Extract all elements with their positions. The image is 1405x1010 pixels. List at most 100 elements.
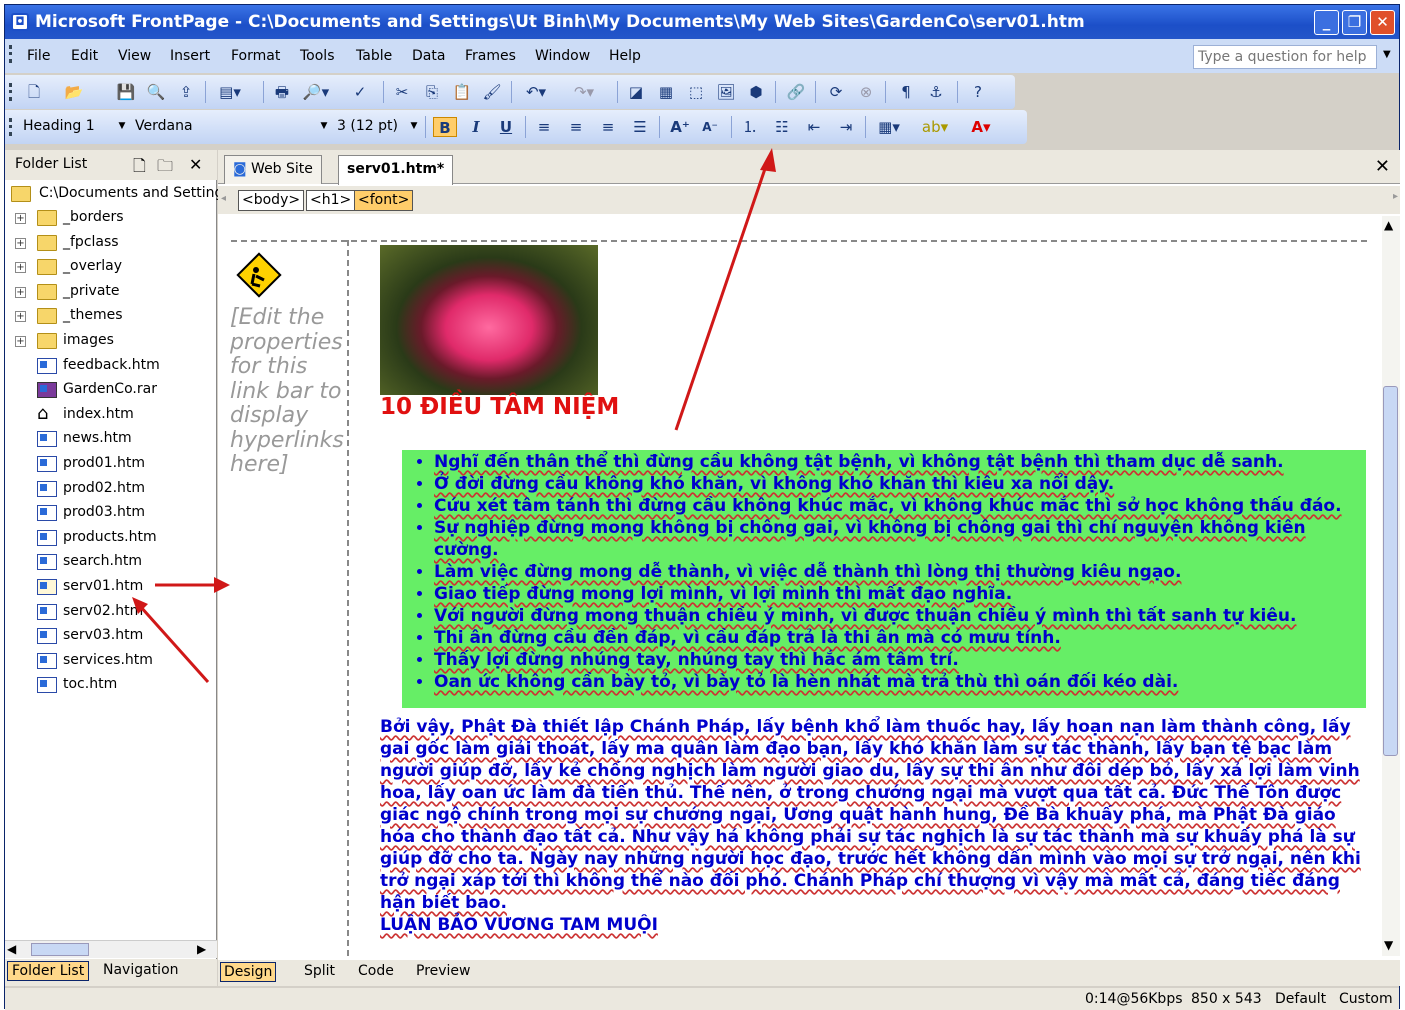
print-icon[interactable]: 🖶 [271, 82, 293, 102]
scroll-thumb[interactable] [31, 943, 89, 956]
cut-icon[interactable]: ✂ [391, 82, 413, 102]
chevron-down-icon[interactable]: ▼ [115, 116, 129, 137]
tab-preview[interactable]: Preview [416, 963, 471, 979]
help-search-input[interactable]: Type a question for help [1193, 45, 1377, 69]
menu-help[interactable]: Help [609, 48, 641, 64]
align-left-icon[interactable]: ≡ [533, 117, 555, 137]
borders-icon[interactable]: ▦▾ [873, 117, 905, 137]
menu-table[interactable]: Table [356, 48, 392, 64]
font-size-select[interactable]: 3 (12 pt) ▼ [333, 116, 421, 139]
copy-icon[interactable]: ⎘ [421, 82, 443, 102]
menu-data[interactable]: Data [412, 48, 445, 64]
chevron-down-icon[interactable]: ▼ [317, 116, 331, 137]
scroll-left-icon[interactable]: ◀ [7, 942, 16, 956]
vertical-scrollbar[interactable]: ▲ ▼ [1382, 216, 1400, 956]
design-canvas[interactable]: [Edit the properties for this link bar t… [218, 216, 1378, 956]
list-item[interactable]: Giao tiếp đừng mong lợi mình, vì lợi mìn… [434, 583, 1364, 605]
lotus-flower-image[interactable] [380, 245, 598, 395]
scroll-right-icon[interactable]: ▶ [197, 942, 206, 956]
decrease-font-icon[interactable]: A⁻ [699, 117, 721, 137]
toolbar-grip[interactable] [9, 83, 12, 101]
restore-icon[interactable]: ❐ [1342, 10, 1367, 35]
list-item[interactable]: Cứu xét tâm tánh thì đừng cầu không khúc… [434, 495, 1364, 517]
tab-split[interactable]: Split [304, 963, 335, 979]
scroll-up-icon[interactable]: ▲ [1384, 218, 1393, 232]
tag-scroll-left-icon[interactable]: ◂ [221, 193, 226, 204]
undo-icon[interactable]: ↶▾ [521, 82, 551, 102]
refresh-icon[interactable]: ⟳ [825, 82, 847, 102]
tab-design[interactable]: Design [220, 962, 277, 982]
format-painter-icon[interactable]: 🖌 [481, 82, 503, 102]
tab-web-site[interactable]: ◙ Web Site [224, 155, 322, 184]
expand-icon[interactable]: + [15, 336, 26, 347]
expand-icon[interactable]: + [15, 213, 26, 224]
scroll-thumb[interactable] [1383, 386, 1398, 756]
chevron-down-icon[interactable]: ▼ [407, 116, 421, 137]
drawing-icon[interactable]: ⬢ [745, 82, 767, 102]
preview-icon[interactable]: 🔎▾ [301, 82, 331, 102]
tab-folder-list[interactable]: Folder List [7, 961, 90, 981]
expand-icon[interactable]: + [15, 311, 26, 323]
principles-list-box[interactable]: Nghĩ đến thân thể thì đừng cầu không tật… [402, 450, 1366, 708]
title-bar[interactable]: ◘ Microsoft FrontPage - C:\Documents and… [5, 5, 1399, 39]
list-item[interactable]: Oan ức không cần bày tỏ, vì bày tỏ là hè… [434, 671, 1364, 693]
highlight-icon[interactable]: ab▾ [919, 117, 951, 137]
menu-format[interactable]: Format [231, 48, 280, 64]
search-icon[interactable]: 🔍 [145, 82, 167, 102]
menu-view[interactable]: View [118, 48, 151, 64]
expand-icon[interactable]: + [15, 237, 26, 249]
publish-icon[interactable]: ⇪ [175, 82, 197, 102]
close-document-icon[interactable]: ✕ [1375, 156, 1390, 177]
minimize-icon[interactable]: _ [1314, 10, 1339, 35]
redo-icon[interactable]: ↷▾ [569, 82, 599, 102]
tab-serv01[interactable]: serv01.htm* [338, 155, 454, 185]
list-item[interactable]: Làm việc đừng mong dễ thành, vì việc dễ … [434, 561, 1364, 583]
page-heading[interactable]: 10 ĐIỀU TÂM NIỆM [380, 394, 619, 420]
increase-font-icon[interactable]: A⁺ [669, 117, 691, 137]
font-color-icon[interactable]: A▾ [965, 117, 997, 137]
menu-insert[interactable]: Insert [170, 48, 210, 64]
scroll-down-icon[interactable]: ▼ [1384, 938, 1393, 952]
tab-navigation[interactable]: Navigation [103, 962, 179, 978]
menu-edit[interactable]: Edit [71, 48, 98, 64]
frontpage-app-icon[interactable]: ◘ [11, 13, 29, 31]
menu-frames[interactable]: Frames [465, 48, 516, 64]
help-dropdown-icon[interactable]: ▼ [1383, 49, 1391, 60]
menu-tools[interactable]: Tools [300, 48, 335, 64]
tag-scroll-right-icon[interactable]: ▸ [1393, 191, 1398, 202]
close-icon[interactable]: ✕ [1370, 10, 1395, 35]
toggle-pane-icon[interactable]: ▤▾ [215, 82, 245, 102]
new-page-icon[interactable]: 🗋 [23, 82, 45, 102]
bold-button[interactable]: B [433, 117, 457, 137]
open-icon[interactable]: 📂 [63, 82, 85, 102]
link-bar-placeholder[interactable]: [Edit the properties for this link bar t… [230, 305, 350, 478]
list-item[interactable]: Thi ân đừng cầu đền đáp, vì cầu đáp trả … [434, 627, 1364, 649]
menubar-grip[interactable] [9, 45, 12, 63]
spelling-icon[interactable]: ✓ [349, 82, 371, 102]
horizontal-scrollbar[interactable]: ◀ ▶ [5, 940, 217, 958]
new-page-icon[interactable]: 🗋 [133, 155, 146, 182]
new-folder-icon[interactable]: 🗀 [157, 155, 173, 182]
insert-picture-icon[interactable]: 🖼 [715, 82, 737, 102]
align-center-icon[interactable]: ≡ [565, 117, 587, 137]
paste-icon[interactable]: 📋 [451, 82, 473, 102]
page-size[interactable]: 850 x 543 [1191, 991, 1262, 1007]
help-icon[interactable]: ? [967, 82, 989, 102]
list-item[interactable]: Với người đừng mong thuận chiều ý mình, … [434, 605, 1364, 627]
insert-layer-icon[interactable]: ⬚ [685, 82, 707, 102]
compat-mode[interactable]: Default [1275, 991, 1326, 1007]
italic-button[interactable]: I [465, 117, 487, 137]
font-select[interactable]: Verdana ▼ [131, 116, 331, 139]
tag-body[interactable]: <body> [238, 190, 305, 211]
bookmark-icon[interactable]: ⚓ [925, 82, 947, 102]
save-icon[interactable]: 💾 [115, 82, 137, 102]
insert-table-icon[interactable]: ▦ [655, 82, 677, 102]
justify-icon[interactable]: ☰ [629, 117, 651, 137]
menu-file[interactable]: File [27, 48, 50, 64]
expand-icon[interactable]: + [15, 286, 26, 298]
decrease-indent-icon[interactable]: ⇤ [803, 117, 825, 137]
stop-icon[interactable]: ⊗ [855, 82, 877, 102]
close-icon[interactable]: ✕ [189, 155, 202, 174]
bullet-list-icon[interactable]: ☷ [771, 117, 793, 137]
style-select[interactable]: Heading 1 ▼ [19, 116, 129, 139]
